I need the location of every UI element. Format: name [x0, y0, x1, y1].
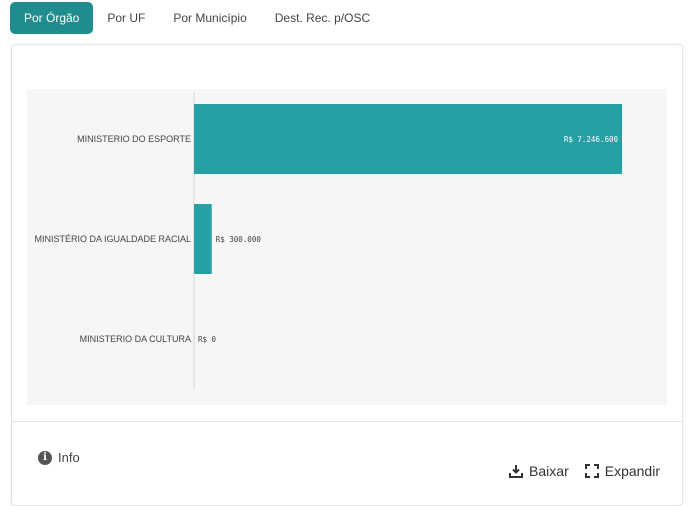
- download-button[interactable]: Baixar: [509, 463, 569, 479]
- chart-actions: Baixar Expandir: [493, 463, 660, 479]
- info-link[interactable]: i Info: [38, 450, 80, 465]
- tab-bar: Por Órgão Por UF Por Município Dest. Rec…: [10, 2, 384, 34]
- value-label: R$ 300.000: [216, 235, 262, 244]
- divider: [12, 421, 682, 422]
- download-label: Baixar: [529, 463, 569, 479]
- value-label: R$ 7.246.600: [564, 135, 619, 144]
- info-label: Info: [58, 450, 80, 465]
- chart-area: MINISTERIO DO ESPORTE R$ 7.246.600 MINISTÉ…: [27, 89, 667, 405]
- bar[interactable]: [194, 104, 622, 174]
- tab-por-orgao[interactable]: Por Órgão: [10, 2, 94, 34]
- tab-por-uf[interactable]: Por UF: [93, 2, 159, 34]
- category-label: MINISTERIO DO ESPORTE: [77, 134, 191, 144]
- category-label: MINISTÉRIO DA IGUALDADE RACIAL: [34, 234, 191, 244]
- expand-button[interactable]: Expandir: [584, 463, 660, 479]
- expand-label: Expandir: [604, 463, 660, 479]
- expand-icon: [584, 464, 599, 478]
- tab-dest-rec-osc[interactable]: Dest. Rec. p/OSC: [261, 2, 384, 34]
- value-label: R$ 0: [198, 335, 217, 344]
- download-icon: [509, 465, 524, 478]
- bar[interactable]: [194, 204, 212, 274]
- chart-card: MINISTERIO DO ESPORTE R$ 7.246.600 MINISTÉ…: [11, 44, 683, 506]
- bar-chart: MINISTERIO DO ESPORTE R$ 7.246.600 MINISTÉ…: [34, 92, 622, 389]
- info-icon: i: [38, 450, 52, 465]
- category-label: MINISTERIO DA CULTURA: [80, 334, 191, 344]
- tab-por-municipio[interactable]: Por Município: [159, 2, 260, 34]
